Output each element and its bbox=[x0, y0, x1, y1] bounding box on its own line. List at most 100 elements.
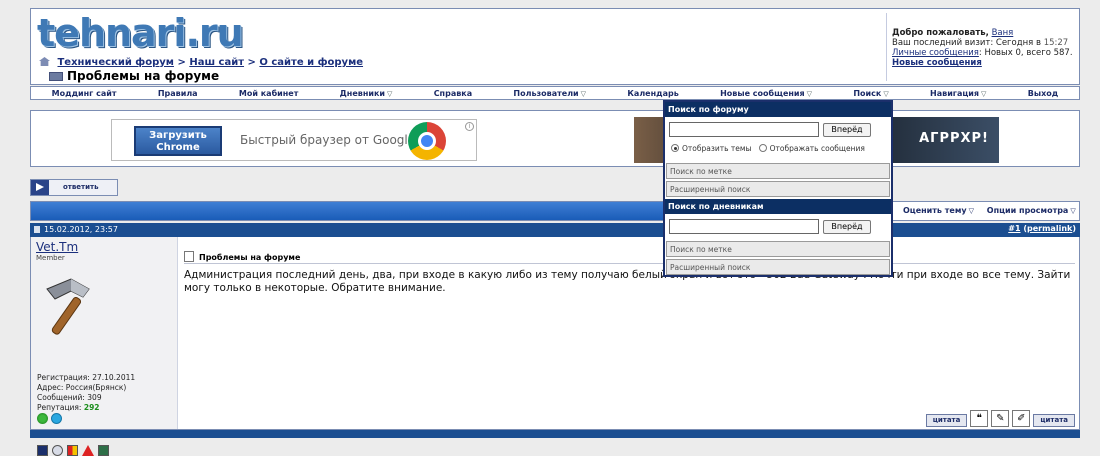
last-visit-time: 15:27 bbox=[1043, 38, 1069, 48]
forum-search-form: Вперёд Отобразить темы Отображать сообще… bbox=[665, 117, 891, 162]
chrome-ad-text: Быстрый браузер от Google bbox=[240, 133, 416, 147]
folder-icon bbox=[49, 72, 63, 81]
reply-row: ответить bbox=[30, 179, 1080, 197]
nav-modding[interactable]: Моддинг сайт bbox=[52, 89, 117, 98]
navbar: Моддинг сайт Правила Мой кабинет Дневник… bbox=[30, 86, 1080, 100]
post-divider bbox=[184, 263, 1075, 264]
diary-advanced-search-link[interactable]: Расширенный поиск bbox=[666, 259, 890, 275]
skype-icon[interactable] bbox=[51, 413, 62, 424]
next-post-header bbox=[30, 430, 1080, 438]
nav-navigation[interactable]: Навигация bbox=[930, 89, 986, 98]
warning-icon[interactable] bbox=[82, 445, 94, 456]
nav-users[interactable]: Пользователи bbox=[513, 89, 586, 98]
nav-calendar[interactable]: Календарь bbox=[627, 89, 678, 98]
breadcrumb-forum[interactable]: Технический форум bbox=[57, 57, 173, 68]
post-header: 15.02.2012, 23:57 #1 (permalink) bbox=[30, 223, 1080, 237]
chrome-download-button[interactable]: Загрузить Chrome bbox=[134, 126, 222, 156]
forum-page: tehnari.ru Технический форум > Наш сайт … bbox=[30, 8, 1080, 456]
post-date: 15.02.2012, 23:57 bbox=[34, 225, 118, 234]
nav-logout[interactable]: Выход bbox=[1028, 89, 1058, 98]
author-badges bbox=[37, 413, 62, 424]
nav-rules[interactable]: Правила bbox=[158, 89, 198, 98]
quote-button[interactable]: цитата bbox=[925, 414, 968, 427]
arrow-right-icon bbox=[31, 180, 49, 195]
avatar[interactable] bbox=[37, 275, 101, 339]
show-threads-radio[interactable] bbox=[671, 144, 679, 152]
welcome-username[interactable]: Ваня bbox=[992, 28, 1014, 38]
ad-info-icon[interactable]: i bbox=[465, 122, 474, 131]
game-ad-text: АГРРХР! bbox=[919, 131, 989, 146]
nav-cabinet[interactable]: Мой кабинет bbox=[239, 89, 298, 98]
quick-reply-icon[interactable]: ✎ bbox=[991, 410, 1010, 427]
author-actions bbox=[37, 445, 109, 456]
diary-search-header: Поиск по дневникам bbox=[665, 199, 891, 214]
author-registration: Регистрация: 27.10.2011 bbox=[37, 373, 136, 382]
private-messages-link[interactable]: Личные сообщения bbox=[892, 48, 979, 58]
forum-search-header: Поиск по форуму bbox=[665, 102, 891, 117]
diary-search-input[interactable] bbox=[669, 219, 819, 234]
reputation-value: 292 bbox=[83, 403, 100, 412]
post-number: #1 (permalink) bbox=[1008, 224, 1076, 233]
nav-help[interactable]: Справка bbox=[434, 89, 472, 98]
chrome-logo-icon bbox=[408, 122, 446, 160]
network-icon[interactable] bbox=[52, 445, 63, 456]
permalink[interactable]: permalink bbox=[1027, 224, 1072, 233]
diary-search-go-button[interactable]: Вперёд bbox=[823, 220, 871, 234]
post-buttons: цитата ❝ ✎ ✐ цитата bbox=[925, 410, 1075, 427]
breadcrumb: Технический форум > Наш сайт > О сайте и… bbox=[39, 57, 363, 68]
last-visit-label: Ваш последний визит: Сегодня в bbox=[892, 38, 1041, 48]
view-options-menu[interactable]: Опции просмотра bbox=[987, 206, 1076, 215]
edit-icon[interactable]: ✐ bbox=[1012, 410, 1031, 427]
welcome-box: Добро пожаловать, Ваня Ваш последний виз… bbox=[886, 13, 1079, 81]
search-result-type: Отобразить темы Отображать сообщения bbox=[671, 144, 865, 153]
ip-icon[interactable] bbox=[98, 445, 109, 456]
show-threads-label[interactable]: Отобразить темы bbox=[682, 144, 751, 153]
author-address: Адрес: Россия(Брянск) bbox=[37, 383, 127, 392]
site-logo[interactable]: tehnari.ru bbox=[37, 13, 244, 53]
show-posts-radio[interactable] bbox=[758, 144, 767, 152]
welcome-greeting: Добро пожаловать, bbox=[892, 28, 989, 38]
thread-tools: Оценить тему Опции просмотра bbox=[893, 206, 1076, 215]
pm-counts: : Новых 0, всего 587. bbox=[978, 48, 1073, 58]
header: tehnari.ru Технический форум > Наш сайт … bbox=[30, 8, 1080, 85]
new-posts-link[interactable]: Новые сообщения bbox=[892, 58, 982, 68]
author-title: Member bbox=[36, 254, 65, 262]
post-content: Проблемы на форуме Администрация последн… bbox=[181, 237, 1079, 429]
post-title: Проблемы на форуме bbox=[184, 251, 300, 262]
breadcrumb-our-site[interactable]: Наш сайт bbox=[189, 57, 244, 68]
quote-button-2[interactable]: цитата bbox=[1033, 414, 1075, 427]
reply-button[interactable]: ответить bbox=[30, 179, 118, 196]
post-author-info: Vet.Tm Member Регистрация: 27.10.2011 Ад… bbox=[31, 237, 178, 456]
page-title: Проблемы на форуме bbox=[67, 69, 220, 83]
diary-tag-search-link[interactable]: Поиск по метке bbox=[666, 241, 890, 257]
author-stats: Регистрация: 27.10.2011 Адрес: Россия(Бр… bbox=[37, 373, 135, 413]
breadcrumb-about[interactable]: О сайте и форуме bbox=[259, 57, 363, 68]
page-title-row: Проблемы на форуме bbox=[49, 69, 219, 83]
multiquote-icon[interactable]: ❝ bbox=[970, 410, 989, 427]
ad-bar: Загрузить Chrome Быстрый браузер от Goog… bbox=[30, 110, 1080, 167]
tag-search-link[interactable]: Поиск по метке bbox=[666, 163, 890, 179]
advanced-search-link[interactable]: Расширенный поиск bbox=[666, 181, 890, 197]
user-profile-icon[interactable] bbox=[37, 445, 48, 456]
chrome-ad[interactable]: Загрузить Chrome Быстрый браузер от Goog… bbox=[111, 119, 477, 161]
post-number-link[interactable]: #1 bbox=[1008, 224, 1020, 233]
home-icon[interactable] bbox=[39, 57, 50, 66]
reputation-badge-icon bbox=[37, 413, 48, 424]
post: Vet.Tm Member Регистрация: 27.10.2011 Ад… bbox=[30, 237, 1080, 456]
nav-search[interactable]: Поиск bbox=[853, 89, 888, 98]
thread-toolbar: Оценить тему Опции просмотра bbox=[30, 201, 1080, 221]
nav-new-posts[interactable]: Новые сообщения bbox=[720, 89, 812, 98]
post-text: Администрация последний день, два, при в… bbox=[184, 269, 1071, 294]
report-icon[interactable] bbox=[67, 445, 78, 456]
search-popup-menu: Поиск по форуму Вперёд Отобразить темы О… bbox=[663, 100, 893, 277]
show-posts-label[interactable]: Отображать сообщения bbox=[770, 144, 865, 153]
reputation-label: Репутация: bbox=[37, 403, 82, 412]
post-author[interactable]: Vet.Tm bbox=[36, 240, 172, 254]
diary-search-form: Вперёд bbox=[665, 214, 891, 240]
forum-search-go-button[interactable]: Вперёд bbox=[823, 123, 871, 137]
nav-diaries[interactable]: Дневники bbox=[340, 89, 393, 98]
reply-button-label: ответить bbox=[63, 183, 99, 191]
author-posts: Сообщений: 309 bbox=[37, 393, 102, 402]
forum-search-input[interactable] bbox=[669, 122, 819, 137]
rate-thread-menu[interactable]: Оценить тему bbox=[903, 206, 974, 215]
